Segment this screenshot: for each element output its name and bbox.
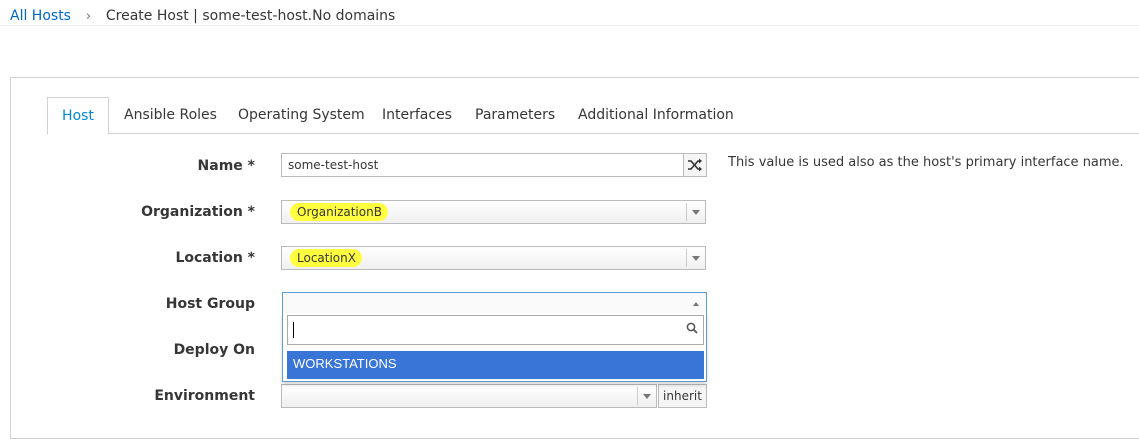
randomize-name-button[interactable] <box>683 153 707 177</box>
name-input[interactable]: some-test-host <box>281 153 684 177</box>
host-group-search-input[interactable] <box>287 315 704 345</box>
search-icon <box>686 322 698 334</box>
location-select-value: LocationX <box>297 251 356 265</box>
environment-label: Environment <box>154 388 255 404</box>
text-cursor <box>293 322 294 338</box>
location-select[interactable]: LocationX <box>281 246 706 270</box>
chevron-down-icon <box>686 249 705 267</box>
breadcrumb-all-hosts-link[interactable]: All Hosts <box>10 8 71 24</box>
environment-inherit-button[interactable]: inherit <box>658 384 707 408</box>
chevron-down-icon <box>637 387 656 405</box>
shuffle-icon <box>688 158 702 172</box>
chevron-down-icon <box>686 203 705 221</box>
breadcrumb: All Hosts › Create Host | some-test-host… <box>10 6 395 26</box>
name-label: Name * <box>197 158 255 174</box>
tab-bar: Host Ansible Roles Operating System Inte… <box>47 97 1139 135</box>
environment-select[interactable] <box>281 384 657 408</box>
name-help-text: This value is used also as the host's pr… <box>728 155 1124 170</box>
host-group-label: Host Group <box>165 296 255 312</box>
tab-additional-information[interactable]: Additional Information <box>578 97 734 132</box>
tab-operating-system[interactable]: Operating System <box>238 97 365 132</box>
organization-label: Organization * <box>141 204 255 220</box>
tab-host[interactable]: Host <box>47 97 109 135</box>
chevron-up-icon <box>693 302 699 306</box>
location-label: Location * <box>175 250 255 266</box>
host-group-select[interactable] <box>282 292 707 314</box>
host-group-dropdown: WORKSTATIONS <box>282 313 707 382</box>
host-group-option-workstations[interactable]: WORKSTATIONS <box>287 351 704 379</box>
organization-select[interactable]: OrganizationB <box>281 200 706 224</box>
tab-interfaces[interactable]: Interfaces <box>382 97 452 132</box>
page-title: Create Host | some-test-host.No domains <box>105 8 396 24</box>
tab-ansible-roles[interactable]: Ansible Roles <box>124 97 217 132</box>
deploy-on-label: Deploy On <box>173 342 255 358</box>
name-input-value: some-test-host <box>288 158 379 172</box>
breadcrumb-separator-icon: › <box>85 9 92 24</box>
organization-select-value: OrganizationB <box>297 205 382 219</box>
tab-parameters[interactable]: Parameters <box>475 97 555 132</box>
header-divider <box>0 25 1139 26</box>
